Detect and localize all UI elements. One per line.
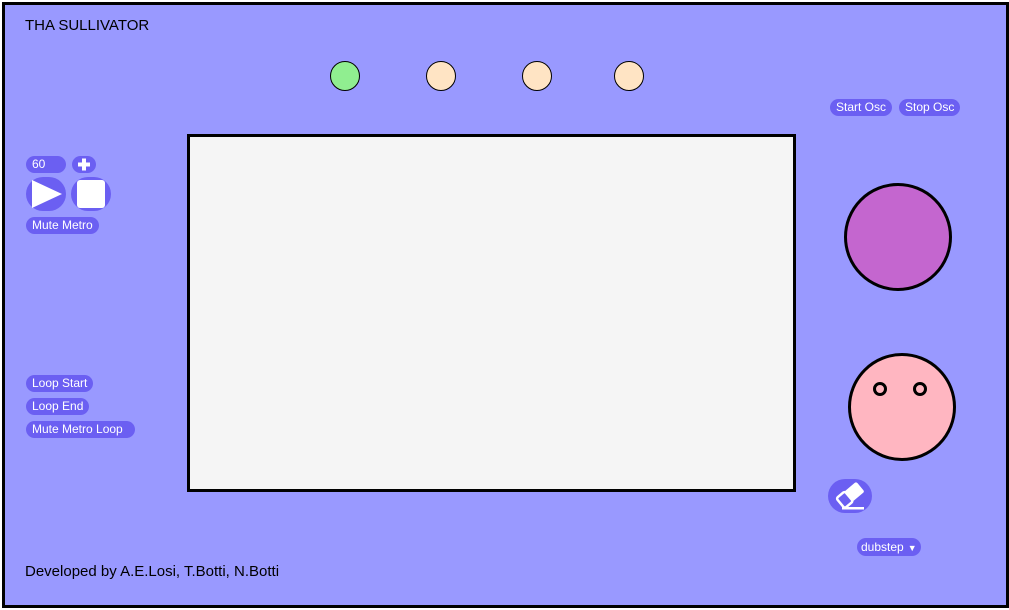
mute-metro-loop-button[interactable]: Mute Metro Loop (26, 421, 135, 438)
footer-credits: Developed by A.E.Losi, T.Botti, N.Botti (25, 563, 280, 580)
app-title: THA SULLIVATOR (25, 17, 150, 34)
preset-select-value: dubstep (861, 540, 904, 554)
preset-select[interactable]: dubstep ▼ (857, 538, 921, 556)
app-window: THA SULLIVATOR Start Osc Stop Osc 60 Mut… (2, 2, 1009, 608)
beat-indicator-2 (426, 61, 456, 91)
stop-icon (77, 180, 105, 208)
left-eye (873, 382, 887, 396)
bpm-value[interactable]: 60 (26, 156, 66, 173)
stop-osc-button[interactable]: Stop Osc (899, 99, 961, 116)
face-pad[interactable] (848, 353, 956, 461)
plus-icon (78, 158, 90, 171)
display-screen[interactable] (187, 134, 796, 492)
beat-indicator-4 (614, 61, 644, 91)
chevron-down-icon: ▼ (907, 543, 917, 553)
right-eye (913, 382, 927, 396)
loop-end-button[interactable]: Loop End (26, 398, 90, 415)
start-osc-button[interactable]: Start Osc (830, 99, 893, 116)
beat-indicator-3 (522, 61, 552, 91)
stop-button[interactable] (71, 177, 111, 211)
beat-indicator-1 (330, 61, 360, 91)
play-button[interactable] (26, 177, 66, 211)
eraser-button[interactable] (828, 479, 872, 513)
bpm-increase-button[interactable] (72, 156, 96, 173)
eraser-icon (835, 482, 864, 510)
control-knob[interactable] (844, 183, 952, 291)
play-icon (32, 180, 62, 208)
mute-metro-button[interactable]: Mute Metro (26, 217, 99, 234)
loop-start-button[interactable]: Loop Start (26, 375, 94, 392)
